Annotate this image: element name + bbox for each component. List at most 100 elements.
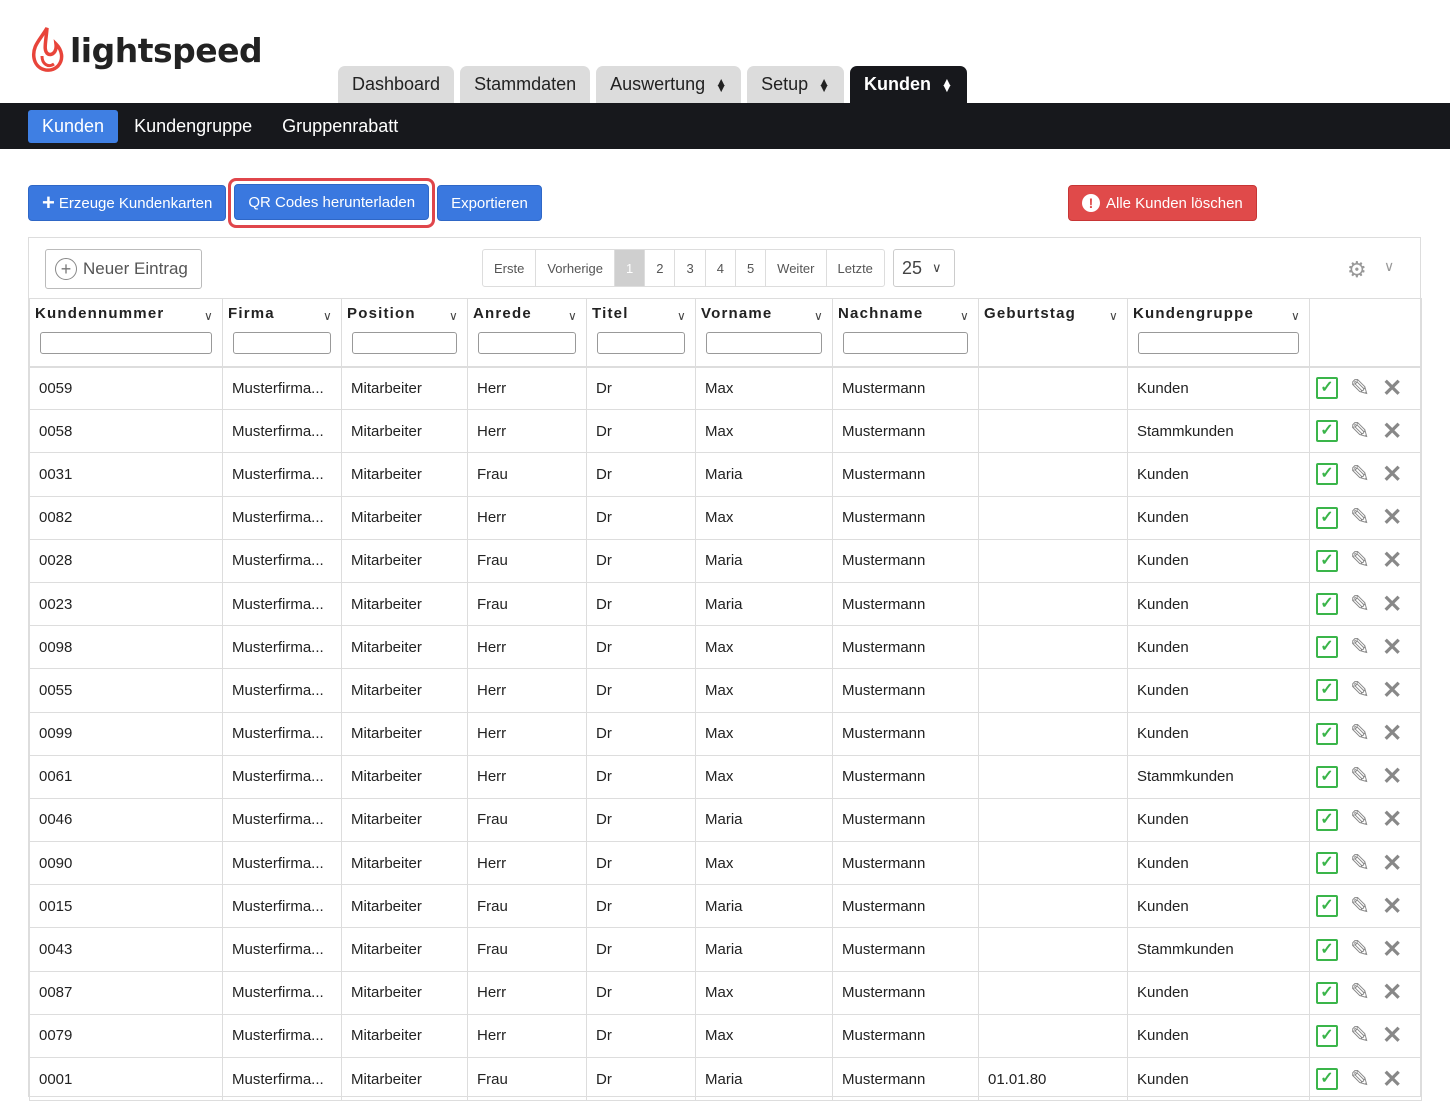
table-row[interactable]: 0043 Musterfirma... Mitarbeiter Frau Dr Maria… <box>29 927 1422 972</box>
tab-setup[interactable]: Setup ▲ ▼ <box>747 66 845 103</box>
delete-all-customers-button[interactable]: ! Alle Kunden löschen <box>1068 185 1257 221</box>
lightspeed-logo[interactable]: lightspeed <box>30 26 263 74</box>
chevron-down-icon[interactable]: ∨ <box>1384 258 1394 275</box>
close-icon[interactable]: ✕ <box>1382 460 1402 489</box>
tab-stammdaten[interactable]: Stammdaten <box>460 66 591 103</box>
pencil-icon[interactable]: ✎ <box>1350 633 1370 662</box>
create-customer-cards-button[interactable]: + Erzeuge Kundenkarten <box>28 185 227 221</box>
new-entry-button[interactable]: + Neuer Eintrag <box>45 249 202 289</box>
close-icon[interactable]: ✕ <box>1382 849 1402 878</box>
page-first[interactable]: Erste <box>483 250 537 286</box>
tab-auswertung[interactable]: Auswertung ▲ ▼ <box>596 66 742 103</box>
pencil-icon[interactable]: ✎ <box>1350 590 1370 619</box>
pencil-icon[interactable]: ✎ <box>1350 546 1370 575</box>
check-icon[interactable]: ✓ <box>1316 938 1338 961</box>
subnav-kunden[interactable]: Kunden <box>28 109 119 143</box>
column-filter-input[interactable] <box>40 332 212 354</box>
table-row[interactable]: 0023 Musterfirma... Mitarbeiter Frau Dr Maria… <box>29 582 1422 627</box>
table-row[interactable]: 0059 Musterfirma... Mitarbeiter Herr Dr Max Mu… <box>29 365 1422 411</box>
column-header[interactable]: Anrede ∨ <box>467 298 587 367</box>
tab-kunden[interactable]: Kunden ▲ ▼ <box>850 66 967 103</box>
check-icon[interactable]: ✓ <box>1316 765 1338 788</box>
table-row[interactable]: 0099 Musterfirma... Mitarbeiter Herr Dr Max Mu… <box>29 712 1422 756</box>
close-icon[interactable]: ✕ <box>1382 590 1402 619</box>
pencil-icon[interactable]: ✎ <box>1350 892 1370 921</box>
column-header[interactable]: Kundengruppe ∨ <box>1127 298 1310 367</box>
chevron-down-icon[interactable]: ∨ <box>568 309 578 323</box>
column-header[interactable]: Nachname ∨ <box>832 298 979 367</box>
table-row[interactable]: 0046 Musterfirma... Mitarbeiter Frau Dr Maria… <box>29 798 1422 843</box>
table-row[interactable]: 0015 Musterfirma... Mitarbeiter Frau Dr Maria… <box>29 884 1422 929</box>
column-filter-input[interactable] <box>597 332 685 354</box>
close-icon[interactable]: ✕ <box>1382 633 1402 662</box>
page-3[interactable]: 3 <box>675 250 706 286</box>
table-row[interactable]: 0001 Musterfirma... Mitarbeiter Frau Dr Maria… <box>29 1057 1422 1101</box>
close-icon[interactable]: ✕ <box>1382 935 1402 964</box>
column-header[interactable]: Kundennummer ∨ <box>29 298 223 367</box>
table-row[interactable]: 0079 Musterfirma... Mitarbeiter Herr Dr Max Mu… <box>29 1014 1422 1059</box>
pencil-icon[interactable]: ✎ <box>1350 503 1370 532</box>
check-icon[interactable]: ✓ <box>1316 981 1338 1004</box>
pencil-icon[interactable]: ✎ <box>1350 805 1370 834</box>
page-1[interactable]: 1 <box>615 250 646 286</box>
table-row[interactable]: 0031 Musterfirma... Mitarbeiter Frau Dr Maria… <box>29 452 1422 497</box>
check-icon[interactable]: ✓ <box>1316 808 1338 831</box>
close-icon[interactable]: ✕ <box>1382 503 1402 532</box>
pencil-icon[interactable]: ✎ <box>1350 1021 1370 1050</box>
pencil-icon[interactable]: ✎ <box>1350 719 1370 748</box>
per-page-select[interactable]: 25 ∨ <box>893 249 955 287</box>
pencil-icon[interactable]: ✎ <box>1350 849 1370 878</box>
check-icon[interactable]: ✓ <box>1316 549 1338 572</box>
column-header[interactable]: Titel ∨ <box>586 298 696 367</box>
close-icon[interactable]: ✕ <box>1382 805 1402 834</box>
gear-icon[interactable]: ⚙ <box>1347 257 1367 283</box>
pencil-icon[interactable]: ✎ <box>1350 374 1370 403</box>
subnav-kundengruppe[interactable]: Kundengruppe <box>120 110 266 143</box>
pencil-icon[interactable]: ✎ <box>1350 1065 1370 1094</box>
pencil-icon[interactable]: ✎ <box>1350 978 1370 1007</box>
check-icon[interactable]: ✓ <box>1316 1024 1338 1047</box>
column-filter-input[interactable] <box>352 332 457 354</box>
tab-dashboard[interactable]: Dashboard <box>338 66 455 103</box>
page-previous[interactable]: Vorherige <box>536 250 615 286</box>
close-icon[interactable]: ✕ <box>1382 719 1402 748</box>
chevron-down-icon[interactable]: ∨ <box>323 309 333 323</box>
close-icon[interactable]: ✕ <box>1382 1021 1402 1050</box>
close-icon[interactable]: ✕ <box>1382 374 1402 403</box>
check-icon[interactable]: ✓ <box>1316 895 1338 918</box>
pencil-icon[interactable]: ✎ <box>1350 676 1370 705</box>
table-row[interactable]: 0058 Musterfirma... Mitarbeiter Herr Dr Max Mu… <box>29 409 1422 454</box>
close-icon[interactable]: ✕ <box>1382 417 1402 446</box>
page-last[interactable]: Letzte <box>827 250 884 286</box>
check-icon[interactable]: ✓ <box>1316 636 1338 659</box>
chevron-down-icon[interactable]: ∨ <box>449 309 459 323</box>
chevron-down-icon[interactable]: ∨ <box>1291 309 1301 323</box>
pencil-icon[interactable]: ✎ <box>1350 762 1370 791</box>
check-icon[interactable]: ✓ <box>1316 377 1338 400</box>
table-row[interactable]: 0090 Musterfirma... Mitarbeiter Herr Dr Max Mu… <box>29 841 1422 886</box>
column-filter-input[interactable] <box>1138 332 1299 354</box>
check-icon[interactable]: ✓ <box>1316 420 1338 443</box>
column-filter-input[interactable] <box>233 332 331 354</box>
chevron-down-icon[interactable]: ∨ <box>204 309 214 323</box>
check-icon[interactable]: ✓ <box>1316 722 1338 745</box>
page-4[interactable]: 4 <box>706 250 736 286</box>
subnav-gruppenrabatt[interactable]: Gruppenrabatt <box>268 110 412 143</box>
column-header[interactable]: Geburtstag ∨ <box>978 298 1128 367</box>
check-icon[interactable]: ✓ <box>1316 593 1338 616</box>
check-icon[interactable]: ✓ <box>1316 1068 1338 1091</box>
close-icon[interactable]: ✕ <box>1382 676 1402 705</box>
table-row[interactable]: 0055 Musterfirma... Mitarbeiter Herr Dr Max Mu… <box>29 668 1422 713</box>
close-icon[interactable]: ✕ <box>1382 1065 1402 1094</box>
table-row[interactable]: 0082 Musterfirma... Mitarbeiter Herr Dr Max Mu… <box>29 496 1422 540</box>
close-icon[interactable]: ✕ <box>1382 892 1402 921</box>
table-row[interactable]: 0098 Musterfirma... Mitarbeiter Herr Dr Max Mu… <box>29 625 1422 670</box>
check-icon[interactable]: ✓ <box>1316 852 1338 875</box>
chevron-down-icon[interactable]: ∨ <box>1109 309 1119 323</box>
check-icon[interactable]: ✓ <box>1316 463 1338 486</box>
close-icon[interactable]: ✕ <box>1382 546 1402 575</box>
column-filter-input[interactable] <box>478 332 576 354</box>
page-5[interactable]: 5 <box>736 250 767 286</box>
page-next[interactable]: Weiter <box>766 250 827 286</box>
close-icon[interactable]: ✕ <box>1382 762 1402 791</box>
